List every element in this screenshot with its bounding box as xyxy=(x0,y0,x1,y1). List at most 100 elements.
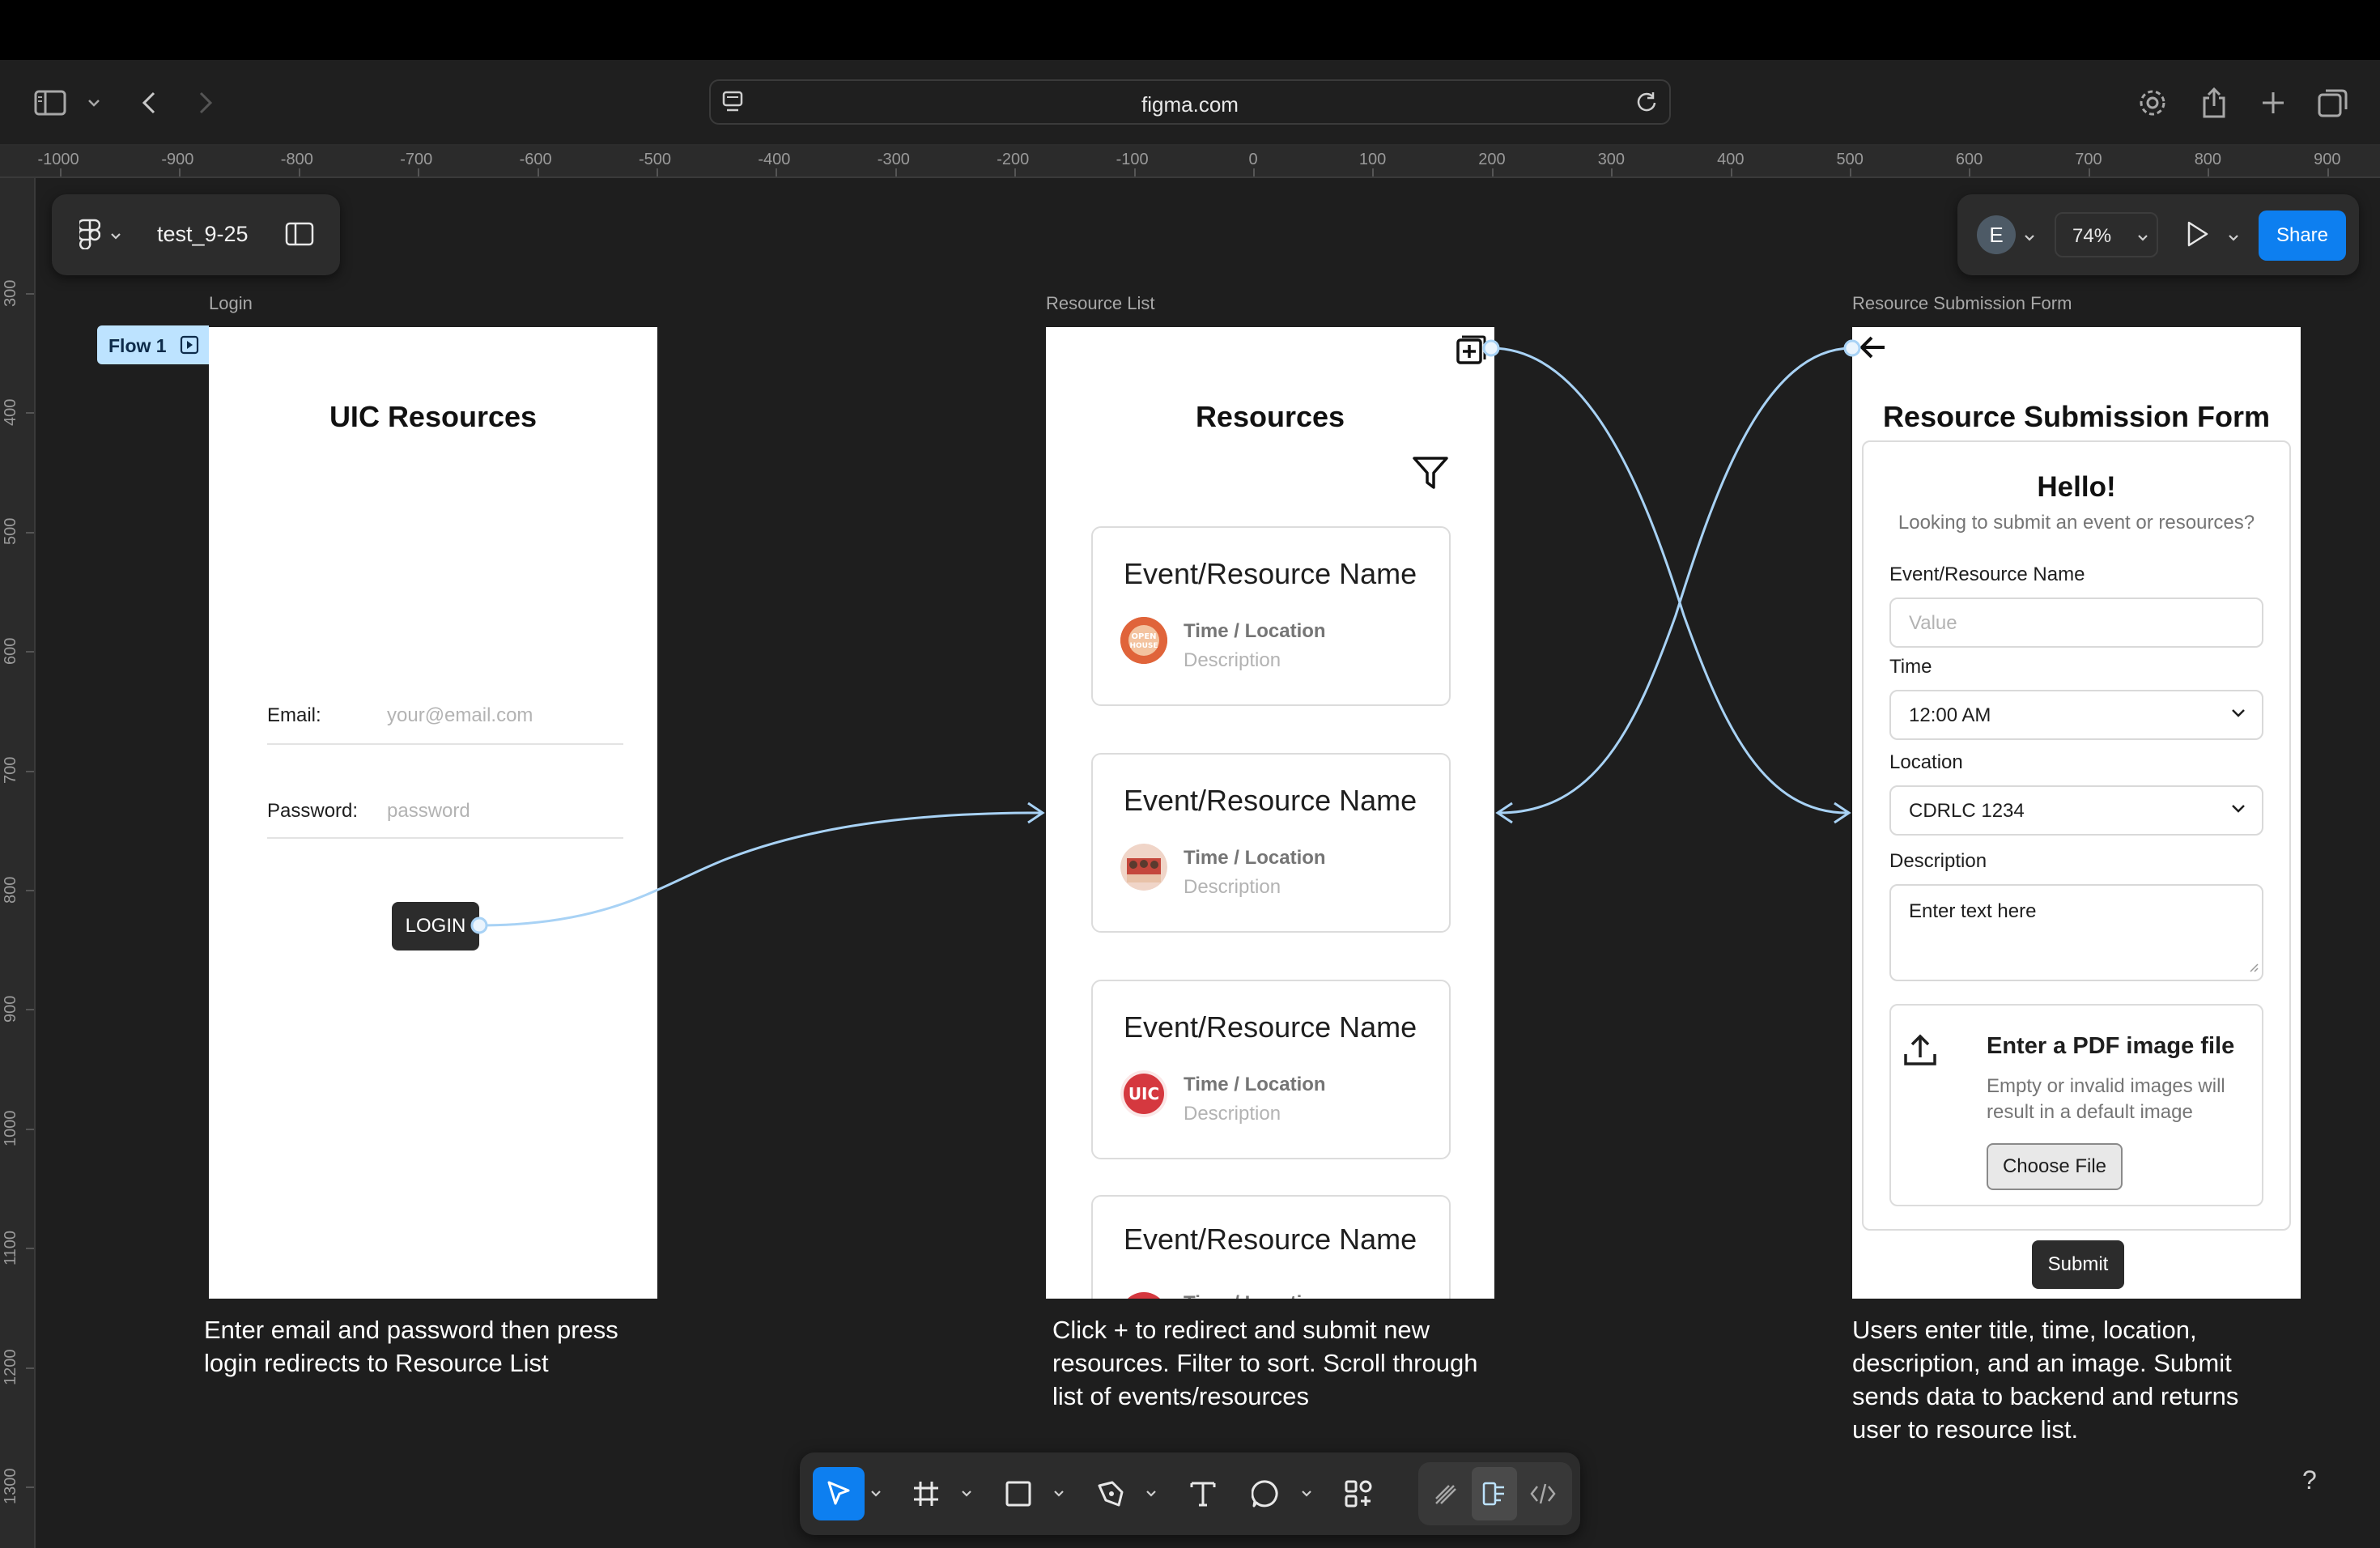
time-label: Time xyxy=(1889,656,1932,678)
ruler-tick xyxy=(1850,168,1851,176)
comment-tool-icon[interactable] xyxy=(1242,1467,1290,1520)
uic-logo-text: UIC xyxy=(1128,1084,1159,1104)
password-field[interactable]: password xyxy=(387,800,470,823)
chevron-down-icon[interactable] xyxy=(1298,1467,1315,1520)
share-page-icon[interactable] xyxy=(2195,84,2233,121)
back-icon[interactable] xyxy=(136,84,162,121)
frame-label-login[interactable]: Login xyxy=(209,293,253,314)
ruler-y-label: 900 xyxy=(2,995,19,1023)
zoom-dropdown[interactable]: 74% xyxy=(2055,212,2158,257)
chevron-down-icon[interactable] xyxy=(1051,1467,1067,1520)
actions-tool-icon[interactable] xyxy=(1334,1467,1383,1520)
ruler-tick xyxy=(418,168,420,176)
reload-icon[interactable] xyxy=(1635,91,1658,117)
email-field[interactable]: your@email.com xyxy=(387,704,533,727)
open-house-line-1: OPEN xyxy=(1131,632,1156,641)
ruler-x-label: -200 xyxy=(997,151,1030,168)
sidebar-toggle-icon[interactable] xyxy=(31,84,70,121)
chevron-down-icon[interactable] xyxy=(84,84,104,121)
forward-icon[interactable] xyxy=(193,84,219,121)
name-input[interactable]: Value xyxy=(1889,598,2263,648)
dev-mode-icon[interactable] xyxy=(1520,1467,1566,1520)
rectangle-tool-icon[interactable] xyxy=(994,1467,1043,1520)
frame-tool-icon[interactable] xyxy=(902,1467,950,1520)
submission-form-frame[interactable]: Resource Submission Form Hello! Looking … xyxy=(1852,327,2301,1299)
upload-icon xyxy=(1902,1033,1938,1073)
chevron-down-icon[interactable] xyxy=(958,1467,975,1520)
chevron-down-icon[interactable] xyxy=(1143,1467,1159,1520)
time-select[interactable]: 12:00 AM xyxy=(1889,690,2263,740)
login-frame[interactable]: UIC Resources Email: your@email.com Pass… xyxy=(209,327,657,1299)
new-tab-icon[interactable] xyxy=(2257,84,2289,121)
ruler-x-label: -300 xyxy=(877,151,910,168)
ruler-x-label: 600 xyxy=(1955,151,1983,168)
password-underline xyxy=(267,837,623,839)
description-textarea[interactable]: Enter text here xyxy=(1889,884,2263,981)
url-text[interactable]: figma.com xyxy=(711,92,1669,117)
play-icon[interactable] xyxy=(2186,220,2210,252)
chevron-down-icon xyxy=(2137,232,2148,246)
choose-file-button[interactable]: Choose File xyxy=(1987,1143,2123,1190)
resource-card[interactable]: Event/Resource Name Time / Location Desc… xyxy=(1091,753,1451,933)
resource-list-frame[interactable]: Resources Event/Resource Name OPEN HOUSE … xyxy=(1046,327,1494,1299)
ruler-tick xyxy=(1491,168,1494,176)
file-upload-area[interactable]: Enter a PDF image file Empty or invalid … xyxy=(1889,1004,2263,1206)
ruler-tick xyxy=(26,651,34,653)
card-time-location: Time / Location xyxy=(1184,1292,1326,1299)
description-label: Description xyxy=(1889,850,1987,872)
move-tool-icon[interactable] xyxy=(813,1467,865,1520)
ruler-tick xyxy=(26,770,34,772)
login-button[interactable]: LOGIN xyxy=(392,902,479,950)
card-title: Event/Resource Name xyxy=(1124,557,1417,590)
ruler-tick xyxy=(1969,168,1971,176)
ruler-x-label: 300 xyxy=(1597,151,1626,168)
chevron-down-icon[interactable] xyxy=(868,1467,884,1520)
design-mode-icon[interactable] xyxy=(1472,1467,1517,1520)
email-label: Email: xyxy=(267,704,321,726)
resource-card[interactable]: Event/Resource Name OPEN HOUSE Time / Loc… xyxy=(1091,526,1451,706)
ruler-tick xyxy=(2208,168,2210,176)
figma-menu-icon[interactable] xyxy=(77,219,101,253)
file-name[interactable]: test_9-25 xyxy=(157,222,249,247)
chevron-down-icon[interactable] xyxy=(2228,232,2239,246)
ruler-tick xyxy=(1014,168,1017,176)
location-select[interactable]: CDRLC 1234 xyxy=(1889,785,2263,836)
open-house-line-2: HOUSE xyxy=(1129,642,1158,650)
resize-handle-icon[interactable] xyxy=(2249,962,2259,976)
card-avatar-uic: UIC xyxy=(1120,1070,1167,1117)
draw-mode-icon[interactable] xyxy=(1423,1467,1468,1520)
connector-add-to-form[interactable] xyxy=(1490,347,1848,814)
ruler-x-label: -900 xyxy=(161,151,194,168)
name-input-placeholder: Value xyxy=(1909,612,1957,634)
pen-tool-icon[interactable] xyxy=(1086,1467,1135,1520)
resource-card[interactable]: Event/Resource Name UIC Time / Location … xyxy=(1091,980,1451,1159)
add-resource-icon[interactable] xyxy=(1456,334,1488,370)
resource-card[interactable]: Event/Resource Name Time / Location xyxy=(1091,1195,1451,1299)
frame-label-submission-form[interactable]: Resource Submission Form xyxy=(1852,293,2072,314)
back-arrow-icon[interactable] xyxy=(1859,335,1886,364)
frame-label-resource-list[interactable]: Resource List xyxy=(1046,293,1155,314)
connector-form-to-list[interactable] xyxy=(1498,347,1853,814)
address-bar[interactable]: figma.com xyxy=(709,79,1671,125)
settings-icon[interactable] xyxy=(2134,84,2171,121)
login-caption[interactable]: Enter email and password then press logi… xyxy=(204,1313,657,1380)
vertical-ruler: 300 400 500 600 700 800 900 1000 1100 1200 1300 xyxy=(0,178,36,1548)
resource-list-caption[interactable]: Click + to redirect and submit new resou… xyxy=(1052,1313,1506,1413)
tab-overview-icon[interactable] xyxy=(2315,84,2351,121)
text-tool-icon[interactable] xyxy=(1179,1467,1227,1520)
submission-form-caption[interactable]: Users enter title, time, location, descr… xyxy=(1852,1313,2273,1446)
chevron-down-icon[interactable] xyxy=(110,230,121,245)
ruler-tick xyxy=(2088,168,2090,176)
panel-toggle-icon[interactable] xyxy=(285,222,314,250)
help-button[interactable]: ? xyxy=(2302,1465,2317,1495)
ruler-tick xyxy=(776,168,778,176)
chevron-down-icon[interactable] xyxy=(2024,232,2035,246)
ruler-tick xyxy=(1611,168,1613,176)
avatar[interactable]: E xyxy=(1977,215,2016,254)
mode-switcher xyxy=(1418,1462,1572,1525)
flow-badge[interactable]: Flow 1 xyxy=(97,325,209,364)
share-button[interactable]: Share xyxy=(2259,211,2346,261)
filter-icon[interactable] xyxy=(1412,455,1449,496)
ruler-tick xyxy=(1730,168,1732,176)
submit-button[interactable]: Submit xyxy=(2032,1240,2124,1289)
